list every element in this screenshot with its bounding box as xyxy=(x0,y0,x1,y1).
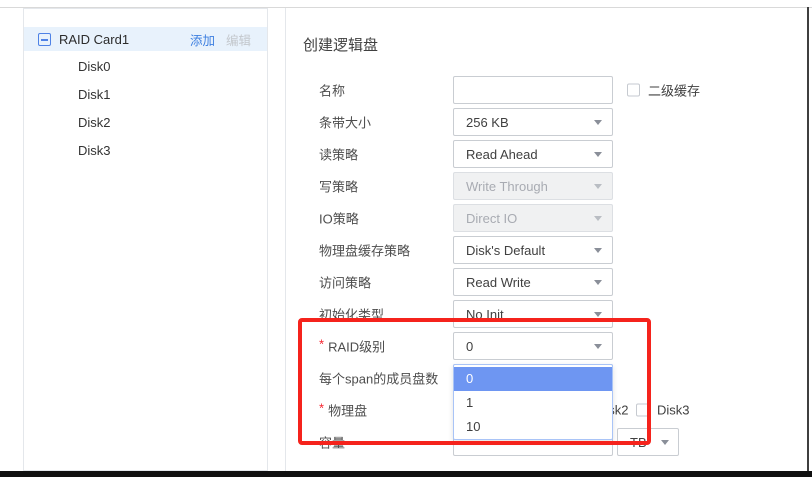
tree-item-disk0[interactable]: Disk0 xyxy=(78,58,111,76)
add-link[interactable]: 添加 xyxy=(190,30,215,49)
chevron-down-icon xyxy=(594,344,602,349)
checkbox-icon xyxy=(636,404,649,417)
tree-item-disk3[interactable]: Disk3 xyxy=(78,142,111,160)
name-label: 名称 xyxy=(319,81,345,100)
raid-card-label: RAID Card1 xyxy=(59,32,129,47)
init-type-label: 初始化类型 xyxy=(319,305,384,324)
disk-cache-policy-select[interactable]: Disk's Default xyxy=(453,236,613,264)
chevron-down-icon xyxy=(594,152,602,157)
raid-tree-panel: RAID Card1 添加 编辑 Disk0 Disk1 Disk2 Disk3 xyxy=(23,8,268,471)
field-row-init-type: 初始化类型 No Init xyxy=(286,300,807,328)
chevron-down-icon xyxy=(661,440,669,445)
edit-link[interactable]: 编辑 xyxy=(226,30,251,49)
dropdown-option-10[interactable]: 10 xyxy=(454,415,612,439)
raid-level-label: * RAID级别 xyxy=(319,337,385,356)
dropdown-option-0[interactable]: 0 xyxy=(454,367,612,391)
secondary-cache-checkbox[interactable]: 二级缓存 xyxy=(627,81,700,100)
checkbox-icon xyxy=(627,84,640,97)
create-logical-disk-panel: 创建逻辑盘 名称 二级缓存 条带大小 256 KB 读策略 Read Ahead xyxy=(285,8,807,471)
field-row-name: 名称 二级缓存 xyxy=(286,76,807,104)
name-input[interactable] xyxy=(453,76,613,104)
disk-checkbox-disk3[interactable]: Disk3 xyxy=(636,403,690,418)
window-right-border xyxy=(807,7,809,472)
tree-actions: 添加 编辑 xyxy=(190,30,251,49)
field-row-stripe-size: 条带大小 256 KB xyxy=(286,108,807,136)
raid-level-select[interactable]: 0 xyxy=(453,332,613,360)
write-policy-label: 写策略 xyxy=(319,177,358,196)
capacity-unit-select[interactable]: TB xyxy=(617,428,679,456)
collapse-minus-icon[interactable] xyxy=(38,33,51,46)
field-row-io-policy: IO策略 Direct IO xyxy=(286,204,807,232)
required-marker: * xyxy=(319,337,324,356)
tree-item-disk2[interactable]: Disk2 xyxy=(78,114,111,132)
field-row-raid-level: * RAID级别 0 xyxy=(286,332,807,360)
dropdown-option-1[interactable]: 1 xyxy=(454,391,612,415)
write-policy-select: Write Through xyxy=(453,172,613,200)
physical-disks-label: * 物理盘 xyxy=(319,401,367,420)
chevron-down-icon xyxy=(594,216,602,221)
chevron-down-icon xyxy=(594,248,602,253)
field-row-read-policy: 读策略 Read Ahead xyxy=(286,140,807,168)
io-policy-label: IO策略 xyxy=(319,209,359,228)
screenshot-root: RAID Card1 添加 编辑 Disk0 Disk1 Disk2 Disk3… xyxy=(0,0,812,479)
field-row-disk-cache-policy: 物理盘缓存策略 Disk's Default xyxy=(286,236,807,264)
required-marker: * xyxy=(319,401,324,420)
chevron-down-icon xyxy=(594,312,602,317)
span-members-label: 每个span的成员盘数 xyxy=(319,369,438,388)
stripe-size-label: 条带大小 xyxy=(319,113,371,132)
field-row-access-policy: 访问策略 Read Write xyxy=(286,268,807,296)
chevron-down-icon xyxy=(594,280,602,285)
tree-item-raid-card[interactable]: RAID Card1 添加 编辑 xyxy=(24,27,267,51)
tree-item-disk1[interactable]: Disk1 xyxy=(78,86,111,104)
page-title: 创建逻辑盘 xyxy=(303,34,378,55)
access-policy-label: 访问策略 xyxy=(319,273,371,292)
read-policy-select[interactable]: Read Ahead xyxy=(453,140,613,168)
disk-cache-policy-label: 物理盘缓存策略 xyxy=(319,241,410,260)
secondary-cache-label: 二级缓存 xyxy=(648,81,700,100)
chevron-down-icon xyxy=(594,184,602,189)
raid-level-dropdown-list: 0 1 10 xyxy=(453,364,613,440)
field-row-write-policy: 写策略 Write Through xyxy=(286,172,807,200)
chevron-down-icon xyxy=(594,120,602,125)
stripe-size-select[interactable]: 256 KB xyxy=(453,108,613,136)
capacity-label: 容量 xyxy=(319,433,345,452)
access-policy-select[interactable]: Read Write xyxy=(453,268,613,296)
init-type-select[interactable]: No Init xyxy=(453,300,613,328)
window-bottom-bar xyxy=(0,471,812,477)
read-policy-label: 读策略 xyxy=(319,145,358,164)
io-policy-select: Direct IO xyxy=(453,204,613,232)
